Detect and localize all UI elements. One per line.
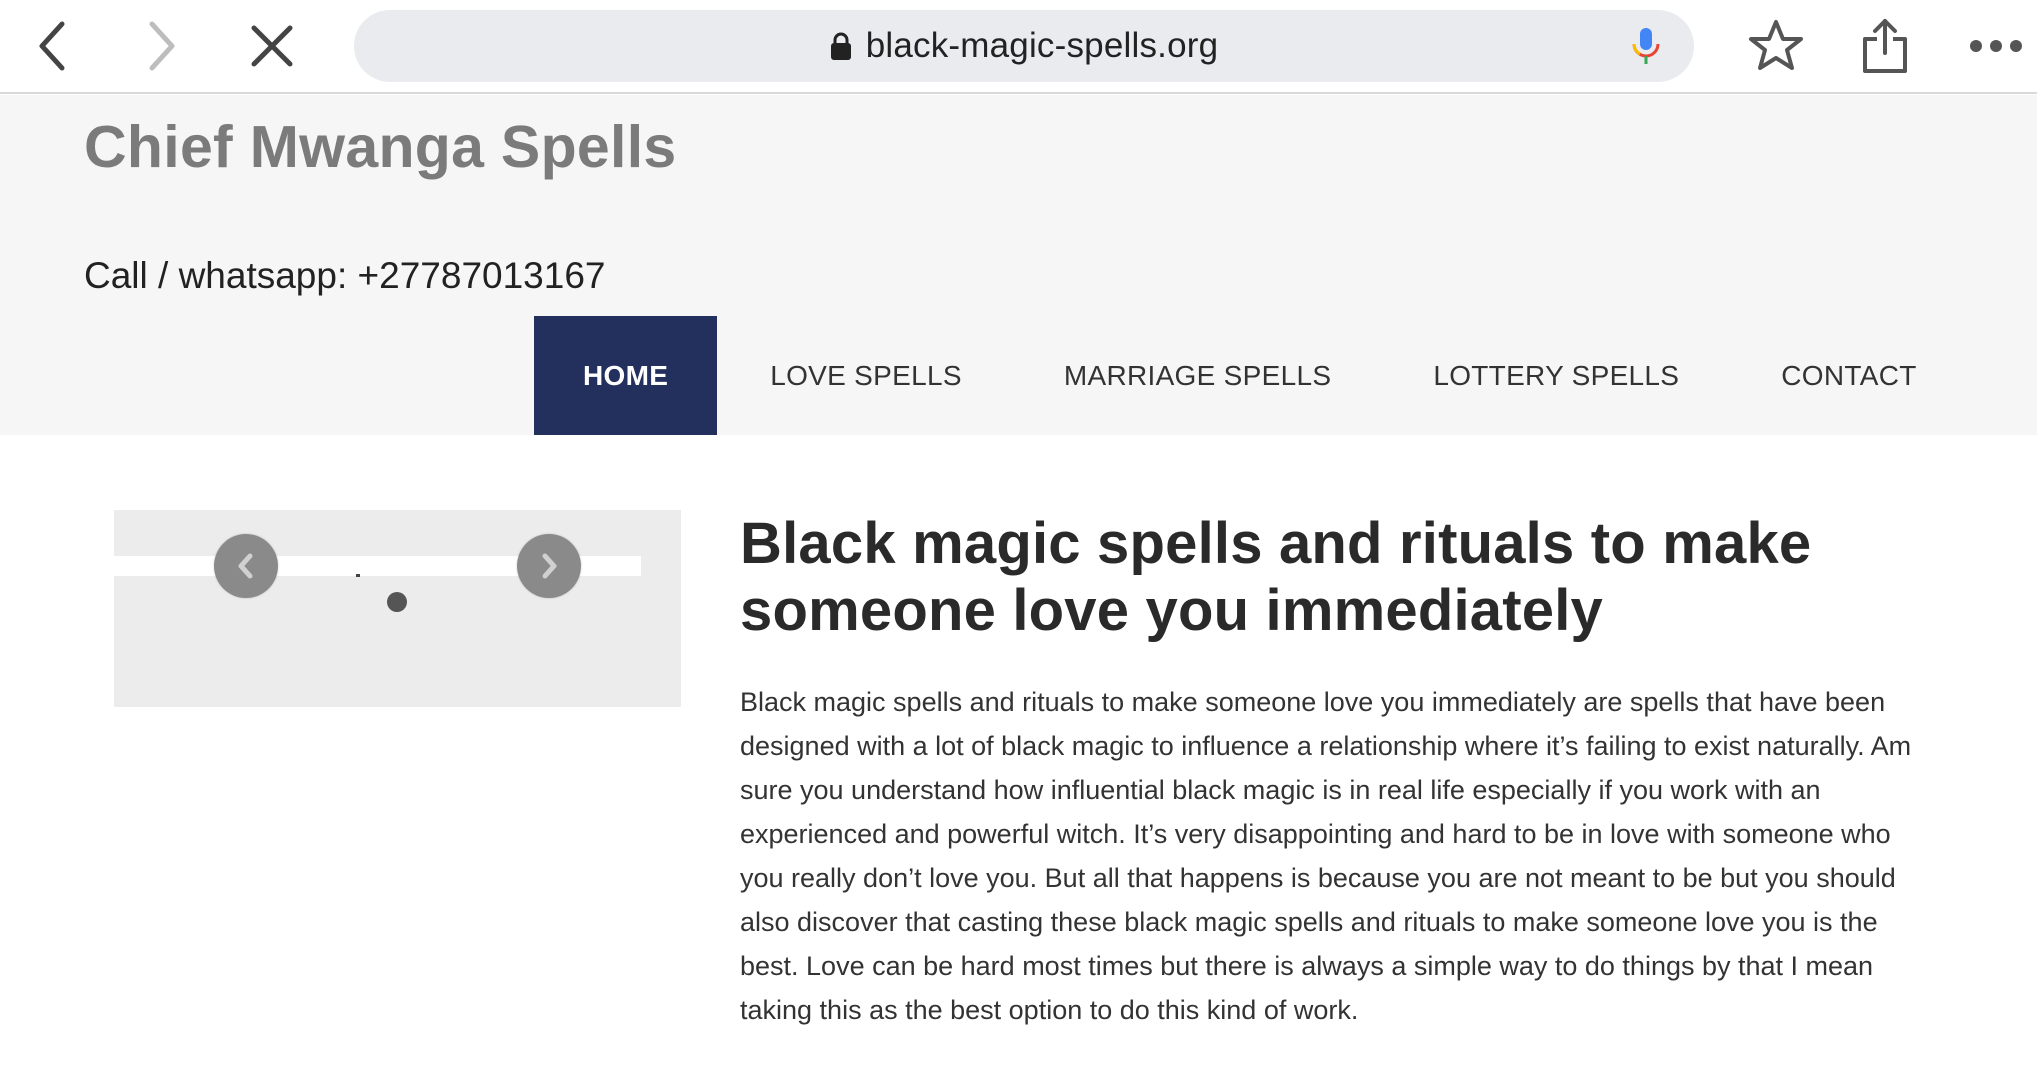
nav-item-lottery-spells[interactable]: LOTTERY SPELLS bbox=[1384, 316, 1728, 435]
address-bar[interactable]: black-magic-spells.org bbox=[354, 10, 1694, 82]
nav-item-marriage-spells[interactable]: MARRIAGE SPELLS bbox=[1015, 316, 1380, 435]
slider-next-button[interactable] bbox=[517, 534, 581, 598]
more-icon bbox=[1970, 40, 2022, 52]
slider-pagination-dot[interactable] bbox=[387, 592, 407, 612]
back-button[interactable] bbox=[22, 14, 86, 78]
stop-button[interactable] bbox=[240, 14, 304, 78]
slider-image-fragment bbox=[356, 574, 360, 577]
chevron-right-icon bbox=[542, 553, 557, 579]
site-header: Chief Mwanga Spells Call / whatsapp: +27… bbox=[0, 95, 2037, 435]
lock-icon bbox=[830, 32, 851, 60]
nav-item-contact[interactable]: CONTACT bbox=[1732, 316, 1965, 435]
article-body: Black magic spells and rituals to make s… bbox=[740, 687, 1912, 1025]
slider-prev-button[interactable] bbox=[214, 534, 278, 598]
microphone-icon[interactable] bbox=[1626, 26, 1666, 66]
forward-button[interactable] bbox=[128, 14, 192, 78]
image-slider bbox=[114, 510, 681, 707]
nav-item-home[interactable]: HOME bbox=[534, 316, 718, 435]
site-title[interactable]: Chief Mwanga Spells bbox=[84, 113, 677, 181]
browser-toolbar: black-magic-spells.org bbox=[0, 0, 2037, 94]
chevron-left-icon bbox=[39, 21, 65, 71]
chevron-right-icon bbox=[149, 21, 175, 71]
nav-item-love-spells[interactable]: LOVE SPELLS bbox=[721, 316, 1011, 435]
chevron-left-icon bbox=[238, 553, 253, 579]
share-icon bbox=[1863, 19, 1907, 73]
main-nav: HOME LOVE SPELLS MARRIAGE SPELLS LOTTERY… bbox=[534, 316, 1966, 435]
star-icon bbox=[1749, 20, 1803, 70]
share-button[interactable] bbox=[1853, 14, 1917, 78]
article: Black magic spells and rituals to make s… bbox=[740, 510, 1940, 1032]
url-text: black-magic-spells.org bbox=[865, 26, 1219, 65]
contact-phone: Call / whatsapp: +27787013167 bbox=[84, 255, 606, 296]
close-icon bbox=[251, 25, 293, 67]
more-button[interactable] bbox=[1964, 14, 2028, 78]
bookmark-button[interactable] bbox=[1744, 14, 1808, 78]
article-heading: Black magic spells and rituals to make s… bbox=[740, 511, 1812, 643]
